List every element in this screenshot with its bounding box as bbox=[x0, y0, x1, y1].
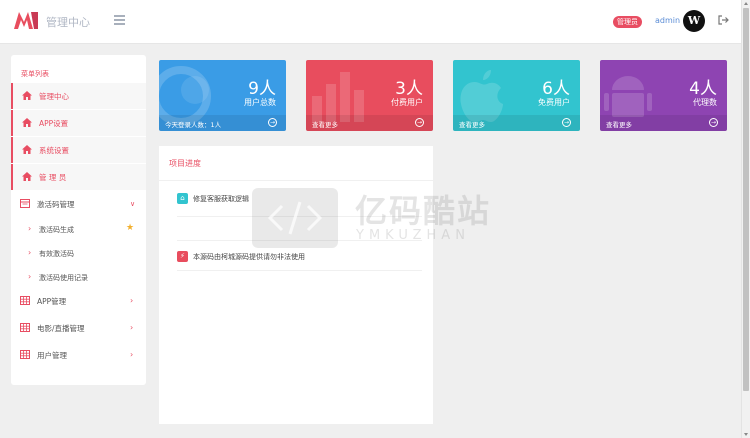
grid-icon bbox=[20, 350, 30, 359]
logout-icon[interactable] bbox=[717, 14, 729, 26]
chevron-right-icon: › bbox=[130, 296, 134, 305]
chevron-right-icon: › bbox=[28, 248, 32, 257]
bell-icon: ⌂ bbox=[177, 193, 188, 204]
stat-label: 代理数 bbox=[693, 98, 717, 107]
avatar[interactable]: W bbox=[683, 10, 705, 32]
card-footer[interactable]: 今天登录人数：1人 → bbox=[159, 115, 286, 131]
sidebar-item-app-settings[interactable]: APP设置 bbox=[11, 110, 146, 136]
divider bbox=[159, 180, 433, 181]
calendar-icon bbox=[20, 199, 30, 208]
progress-row-text: 修复客服获取逻辑 bbox=[193, 195, 249, 203]
progress-row-text: 本源码由柯城源码提供请勿非法使用 bbox=[193, 253, 305, 261]
home-icon bbox=[22, 118, 32, 127]
progress-row: ⚡ 本源码由柯城源码提供请勿非法使用 bbox=[177, 250, 422, 266]
card-footer-text: 查看更多 bbox=[312, 121, 338, 129]
sidebar-title: 菜单列表 bbox=[21, 70, 49, 78]
sidebar-item-label: 系统设置 bbox=[39, 146, 69, 155]
sidebar-item-label: APP设置 bbox=[39, 119, 69, 128]
chevron-right-icon: › bbox=[28, 224, 32, 233]
top-header: 管理中心 管理员 admin W bbox=[0, 0, 741, 44]
role-badge: 管理员 bbox=[613, 16, 642, 28]
scroll-down-arrow-icon[interactable] bbox=[744, 433, 748, 436]
card-footer-text: 今天登录人数：1人 bbox=[165, 121, 222, 129]
sidebar-item-label: 用户管理 bbox=[37, 351, 67, 360]
panel-title: 项目进度 bbox=[169, 159, 201, 168]
page-scrollbar[interactable] bbox=[741, 0, 750, 438]
sidebar-item-movie-live-management[interactable]: 电影/直播管理 › bbox=[11, 315, 146, 341]
stat-label: 付费用户 bbox=[391, 98, 423, 107]
logo-icon[interactable] bbox=[13, 10, 39, 30]
sidebar-item-label: 管 理 员 bbox=[39, 173, 67, 182]
sidebar-item-user-management[interactable]: 用户管理 › bbox=[11, 342, 146, 368]
card-footer[interactable]: 查看更多 → bbox=[453, 115, 580, 131]
stat-number: 3人 bbox=[395, 79, 423, 99]
grid-icon bbox=[20, 323, 30, 332]
watermark-text: 亿码酷站 bbox=[355, 192, 492, 230]
sidebar-item-dashboard[interactable]: 管理中心 bbox=[11, 83, 146, 109]
sidebar-item-label: 电影/直播管理 bbox=[37, 324, 85, 333]
grid-icon bbox=[20, 296, 30, 305]
card-footer-text: 查看更多 bbox=[459, 121, 485, 129]
stat-card-free-users: 6人 免费用户 查看更多 → bbox=[453, 60, 580, 131]
sidebar-item-system-settings[interactable]: 系统设置 bbox=[11, 137, 146, 163]
sidebar-subitem-generate-code[interactable]: › 激活码生成 ★ bbox=[11, 218, 146, 242]
arrow-circle-right-icon[interactable]: → bbox=[268, 118, 277, 127]
sidebar-subitem-code-usage-log[interactable]: › 激活码使用记录 bbox=[11, 266, 146, 290]
stat-card-paid-users: 3人 付费用户 查看更多 → bbox=[306, 60, 433, 131]
home-icon bbox=[22, 91, 32, 100]
sidebar: 菜单列表 管理中心 APP设置 系统设置 管 理 员 激活码管理 ∨ › 激活码… bbox=[11, 55, 146, 385]
arrow-circle-right-icon[interactable]: → bbox=[562, 118, 571, 127]
chevron-right-icon: › bbox=[130, 350, 134, 359]
bolt-icon: ⚡ bbox=[177, 251, 188, 262]
scroll-thumb[interactable] bbox=[743, 8, 749, 391]
stat-card-agents: 4人 代理数 查看更多 → bbox=[600, 60, 727, 131]
card-footer-text: 查看更多 bbox=[606, 121, 632, 129]
divider bbox=[177, 270, 422, 271]
home-icon bbox=[22, 145, 32, 154]
sidebar-subitem-valid-codes[interactable]: › 有效激活码 bbox=[11, 242, 146, 266]
sidebar-item-label: 管理中心 bbox=[39, 92, 69, 101]
stat-label: 用户总数 bbox=[244, 98, 276, 107]
stat-label: 免费用户 bbox=[538, 98, 570, 107]
stat-number: 4人 bbox=[689, 79, 717, 99]
home-icon bbox=[22, 172, 32, 181]
card-footer[interactable]: 查看更多 → bbox=[600, 115, 727, 131]
chevron-right-icon: › bbox=[130, 323, 134, 332]
username-link[interactable]: admin bbox=[655, 16, 680, 25]
sidebar-subitem-label: 激活码使用记录 bbox=[39, 274, 88, 282]
scroll-up-arrow-icon[interactable] bbox=[744, 2, 748, 5]
brand-title: 管理中心 bbox=[46, 16, 90, 29]
sidebar-item-label: 激活码管理 bbox=[37, 200, 75, 209]
sidebar-item-label: APP管理 bbox=[37, 297, 67, 306]
sidebar-item-app-management[interactable]: APP管理 › bbox=[11, 288, 146, 314]
code-watermark-icon bbox=[252, 188, 338, 248]
card-footer[interactable]: 查看更多 → bbox=[306, 115, 433, 131]
chevron-right-icon: › bbox=[28, 272, 32, 281]
stat-number: 6人 bbox=[542, 79, 570, 99]
menu-toggle-icon[interactable] bbox=[114, 15, 125, 25]
sidebar-subitem-label: 激活码生成 bbox=[39, 226, 74, 234]
stat-card-total-users: 9人 用户总数 今天登录人数：1人 → bbox=[159, 60, 286, 131]
arrow-circle-right-icon[interactable]: → bbox=[709, 118, 718, 127]
sidebar-item-activation-codes[interactable]: 激活码管理 ∨ bbox=[11, 191, 146, 217]
watermark-subtext: YMKUZHAN bbox=[356, 228, 470, 243]
sidebar-subitem-label: 有效激活码 bbox=[39, 250, 74, 258]
arrow-circle-right-icon[interactable]: → bbox=[415, 118, 424, 127]
star-icon: ★ bbox=[126, 223, 135, 233]
sidebar-item-admins[interactable]: 管 理 员 bbox=[11, 164, 146, 190]
chevron-down-icon: ∨ bbox=[130, 200, 136, 208]
stat-number: 9人 bbox=[248, 79, 276, 99]
